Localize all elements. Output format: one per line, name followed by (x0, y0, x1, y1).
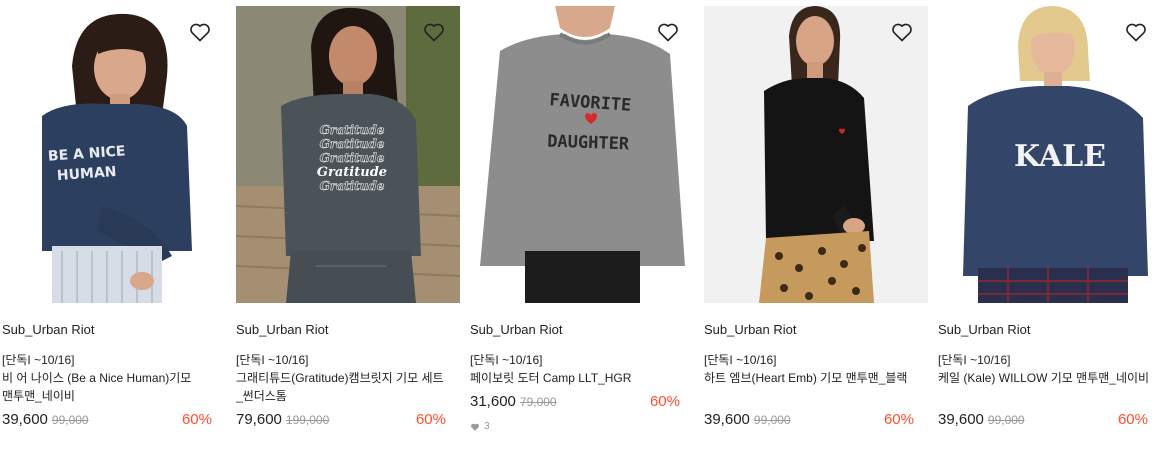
heart-outline-icon[interactable] (1124, 20, 1148, 44)
product-image[interactable]: FAVORITE DAUGHTER (470, 6, 694, 303)
product-card[interactable]: FAVORITE DAUGHTER Sub_Urban Riot [단독I ~1… (470, 6, 694, 432)
brand-name[interactable]: Sub_Urban Riot (938, 321, 1162, 339)
print-line-5: Gratitude (320, 179, 385, 193)
discount-rate: 60% (181, 411, 212, 428)
product-photo: BE A NICE HUMAN (2, 6, 226, 303)
product-image[interactable]: Gratitude Gratitude Gratitude Gratitude … (236, 6, 460, 303)
product-description[interactable]: [단독I ~10/16] 하트 엠브(Heart Emb) 기모 맨투맨_블랙 (704, 351, 918, 405)
product-image[interactable]: KALE (938, 6, 1162, 303)
sale-price: 79,600 (236, 411, 282, 428)
print-line-2: Gratitude (320, 137, 385, 151)
original-price: 79,000 (519, 395, 557, 409)
print-line-1: Gratitude (320, 123, 385, 137)
product-description[interactable]: [단독I ~10/16] 비 어 나이스 (Be a Nice Human)기모… (2, 351, 216, 405)
product-description[interactable]: [단독I ~10/16] 페이보릿 도터 Camp LLT_HGR (470, 351, 684, 387)
original-price: 99,000 (753, 413, 791, 427)
print-line-1: KALE (1014, 139, 1106, 174)
sale-price: 39,600 (2, 411, 48, 428)
price-row: 39,600 99,000 60% (938, 409, 1162, 431)
price-row: 39,600 99,000 60% (704, 409, 928, 431)
heart-outline-icon[interactable] (188, 20, 212, 44)
promo-tag: [단독I ~10/16] (470, 353, 543, 367)
heart-outline-icon[interactable] (422, 20, 446, 44)
price-row: 39,600 99,000 60% (2, 409, 226, 431)
product-description[interactable]: [단독I ~10/16] 케일 (Kale) WILLOW 기모 맨투맨_네이비 (938, 351, 1152, 405)
sale-price: 31,600 (470, 393, 516, 410)
product-card[interactable]: KALE Sub_Urban Riot [단독I ~10/16] 케일 (Kal… (938, 6, 1162, 432)
print-line-3: Gratitude (320, 151, 385, 165)
product-photo: FAVORITE DAUGHTER (470, 6, 694, 303)
discount-rate: 60% (1117, 411, 1148, 428)
brand-name[interactable]: Sub_Urban Riot (236, 321, 460, 339)
product-name[interactable]: 비 어 나이스 (Be a Nice Human)기모 맨투맨_네이비 (2, 371, 191, 403)
product-description[interactable]: [단독I ~10/16] 그래티튜드(Gratitude)캠브릿지 기모 세트_… (236, 351, 450, 405)
sale-price: 39,600 (938, 411, 984, 428)
like-count: 3 (470, 421, 694, 432)
heart-outline-icon[interactable] (656, 20, 680, 44)
product-grid: BE A NICE HUMAN Sub_Urban Riot [단독I ~10/… (2, 6, 1162, 432)
like-count-value: 3 (484, 421, 490, 432)
discount-rate: 60% (883, 411, 914, 428)
product-image[interactable] (704, 6, 928, 303)
product-name[interactable]: 페이보릿 도터 Camp LLT_HGR (470, 371, 631, 385)
original-price: 99,000 (51, 413, 89, 427)
print-line-2: DAUGHTER (547, 132, 630, 155)
promo-tag: [단독I ~10/16] (2, 353, 75, 367)
product-card[interactable]: Sub_Urban Riot [단독I ~10/16] 하트 엠브(Heart … (704, 6, 928, 432)
discount-rate: 60% (415, 411, 446, 428)
promo-tag: [단독I ~10/16] (704, 353, 777, 367)
sale-price: 39,600 (704, 411, 750, 428)
product-card[interactable]: BE A NICE HUMAN Sub_Urban Riot [단독I ~10/… (2, 6, 226, 432)
brand-name[interactable]: Sub_Urban Riot (2, 321, 226, 339)
original-price: 99,000 (987, 413, 1025, 427)
product-photo: Gratitude Gratitude Gratitude Gratitude … (236, 6, 460, 303)
original-price: 199,000 (285, 413, 330, 427)
price-row: 79,600 199,000 60% (236, 409, 460, 431)
print-line-4: Gratitude (317, 165, 387, 180)
product-photo: KALE (938, 6, 1162, 303)
brand-name[interactable]: Sub_Urban Riot (704, 321, 928, 339)
promo-tag: [단독I ~10/16] (938, 353, 1011, 367)
product-name[interactable]: 케일 (Kale) WILLOW 기모 맨투맨_네이비 (938, 371, 1149, 385)
promo-tag: [단독I ~10/16] (236, 353, 309, 367)
product-name[interactable]: 하트 엠브(Heart Emb) 기모 맨투맨_블랙 (704, 371, 907, 385)
product-photo (704, 6, 928, 303)
price-row: 31,600 79,000 60% (470, 391, 694, 413)
brand-name[interactable]: Sub_Urban Riot (470, 321, 694, 339)
product-name[interactable]: 그래티튜드(Gratitude)캠브릿지 기모 세트_썬더스톰 (236, 371, 444, 403)
product-image[interactable]: BE A NICE HUMAN (2, 6, 226, 303)
heart-outline-icon[interactable] (890, 20, 914, 44)
discount-rate: 60% (649, 393, 680, 410)
product-card[interactable]: Gratitude Gratitude Gratitude Gratitude … (236, 6, 460, 432)
heart-filled-icon (471, 423, 479, 431)
